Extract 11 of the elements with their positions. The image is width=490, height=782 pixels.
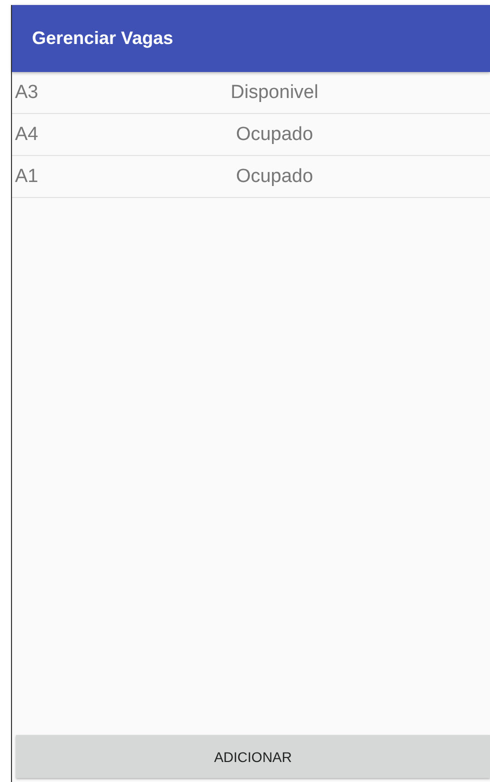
list-item[interactable]: A3 Disponivel bbox=[12, 72, 490, 114]
spot-status: Ocupado bbox=[234, 166, 314, 188]
app-bar-title: Gerenciar Vagas bbox=[32, 28, 174, 49]
spot-status: Disponivel bbox=[230, 82, 320, 104]
add-button[interactable]: ADICIONAR bbox=[16, 735, 490, 778]
spot-name: A3 bbox=[15, 82, 40, 104]
spot-name: A1 bbox=[15, 166, 40, 188]
list-item[interactable]: A4 Ocupado bbox=[12, 114, 490, 156]
spot-status: Ocupado bbox=[234, 124, 314, 146]
spot-name: A4 bbox=[15, 124, 40, 146]
list-item[interactable]: A1 Ocupado bbox=[12, 156, 490, 198]
